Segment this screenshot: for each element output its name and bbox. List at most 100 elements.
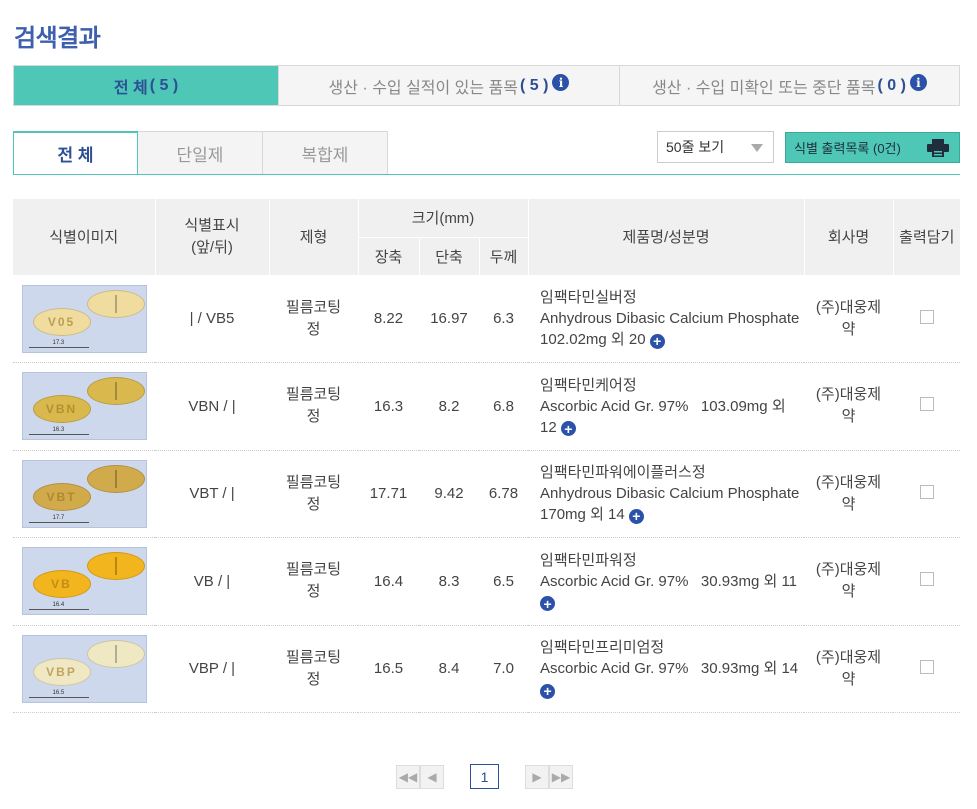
col-header-product: 제품명/성분명	[528, 199, 805, 276]
pill-image-cell: VB 16.4	[13, 537, 155, 626]
print-cell	[893, 537, 961, 626]
col-header-thick: 두께	[479, 237, 529, 276]
product-name[interactable]: 임팩타민파워에이플러스정	[540, 462, 804, 483]
scale-bar	[28, 346, 89, 348]
rows-per-page-value: 50줄 보기	[666, 139, 725, 155]
page-number[interactable]: 1	[470, 764, 499, 789]
print-cell	[893, 275, 961, 363]
top-tab-unconfirmed[interactable]: 생산 · 수입 미확인 또는 중단 품목 ( 0 ) i	[620, 66, 959, 105]
pagination: ◀◀ ◀ 1 ▶ ▶▶	[396, 764, 573, 789]
prev-page-button[interactable]: ◀	[420, 764, 444, 789]
plus-icon[interactable]: +	[628, 508, 644, 524]
pill-image[interactable]: VBN 16.3	[21, 372, 147, 441]
company-cell: (주)대웅제 약	[804, 450, 894, 538]
form-cell: 필름코팅 정	[269, 625, 358, 713]
last-page-button[interactable]: ▶▶	[549, 764, 573, 789]
sub-tab-combination[interactable]: 복합제	[263, 131, 388, 175]
pill-front: VB	[32, 570, 91, 599]
table-row[interactable]: VB 16.4 VB / | 필름코팅 정 16.4 8.3 6.5 임팩타민파워정 Ascor…	[13, 537, 961, 626]
company-cell: (주)대웅제 약	[804, 537, 894, 626]
marking-cell: VB / |	[155, 537, 269, 626]
rows-per-page-select[interactable]: 50줄 보기	[657, 131, 774, 163]
col-header-size: 크기(mm)	[358, 199, 529, 238]
short-axis-cell: 16.97	[419, 275, 479, 363]
long-axis-cell: 16.5	[358, 625, 419, 713]
top-tab-produced-count: ( 5 )	[520, 76, 549, 94]
company-cell: (주)대웅제 약	[804, 625, 894, 713]
print-checkbox[interactable]	[919, 659, 934, 674]
scale-bar	[28, 609, 89, 611]
print-list-button[interactable]: 식별 출력목록 (0건)	[785, 132, 960, 163]
tab-divider	[13, 174, 960, 175]
print-checkbox[interactable]	[919, 572, 934, 587]
scale-label: 17.7	[52, 514, 65, 521]
scale-label: 16.3	[52, 427, 65, 434]
first-page-button[interactable]: ◀◀	[396, 764, 420, 789]
product-name[interactable]: 임팩타민파워정	[540, 550, 804, 571]
results-table: 식별이미지 식별표시 (앞/뒤) 제형 크기(mm) 제품명/성분명 회사명 출…	[13, 199, 961, 713]
plus-icon[interactable]: +	[540, 683, 556, 699]
product-name[interactable]: 임팩타민케어정	[540, 375, 804, 396]
scale-label: 16.4	[52, 602, 65, 609]
form-cell: 필름코팅 정	[269, 537, 358, 626]
plus-icon[interactable]: +	[540, 596, 556, 612]
short-axis-cell: 9.42	[419, 450, 479, 538]
top-tab-produced-label: 생산 · 수입 실적이 있는 품목	[328, 79, 519, 97]
short-axis-cell: 8.2	[419, 362, 479, 451]
pill-image[interactable]: VBP 16.5	[21, 634, 147, 703]
table-row[interactable]: VBP 16.5 VBP / | 필름코팅 정 16.5 8.4 7.0 임팩타민프리미엄정 A…	[13, 625, 961, 713]
top-tab-produced[interactable]: 생산 · 수입 실적이 있는 품목 ( 5 ) i	[279, 66, 620, 105]
print-checkbox[interactable]	[919, 309, 934, 324]
short-axis-cell: 8.4	[419, 625, 479, 713]
print-list-label: 식별 출력목록 (0건)	[794, 141, 901, 156]
pill-image[interactable]: VB 16.4	[21, 547, 147, 616]
print-cell	[893, 625, 961, 713]
info-icon[interactable]: i	[909, 74, 927, 91]
short-axis-cell: 8.3	[419, 537, 479, 626]
scale-label: 17.3	[52, 339, 65, 346]
pill-image[interactable]: V05 17.3	[21, 284, 147, 353]
ingredient-text: Anhydrous Dibasic Calcium Phosphate 170m…	[540, 485, 812, 524]
top-tab-bar: 전 체 ( 5 ) 생산 · 수입 실적이 있는 품목 ( 5 ) i 생산 ·…	[13, 65, 960, 106]
table-row[interactable]: VBT 17.7 VBT / | 필름코팅 정 17.71 9.42 6.78 임팩타민파워에…	[13, 450, 961, 538]
company-cell: (주)대웅제 약	[804, 275, 894, 363]
thickness-cell: 6.5	[479, 537, 529, 626]
print-checkbox[interactable]	[919, 397, 934, 412]
product-name[interactable]: 임팩타민실버정	[540, 287, 804, 308]
long-axis-cell: 17.71	[358, 450, 419, 538]
pill-image[interactable]: VBT 17.7	[21, 459, 147, 528]
plus-icon[interactable]: +	[560, 421, 576, 437]
pill-image-cell: VBP 16.5	[13, 625, 155, 713]
scale-label: 16.5	[52, 689, 65, 696]
next-page-button[interactable]: ▶	[525, 764, 549, 789]
info-icon[interactable]: i	[552, 74, 570, 91]
pill-back	[86, 639, 145, 668]
sub-tab-single[interactable]: 단일제	[138, 131, 263, 175]
table-row[interactable]: V05 17.3 | / VB5 필름코팅 정 8.22 16.97 6.3 임팩타민실버정 A…	[13, 275, 961, 363]
pill-image-cell: VBT 17.7	[13, 450, 155, 538]
marking-cell: VBT / |	[155, 450, 269, 538]
col-header-image: 식별이미지	[13, 199, 156, 276]
pill-image-cell: V05 17.3	[13, 275, 155, 363]
print-checkbox[interactable]	[919, 484, 934, 499]
product-cell: 임팩타민프리미엄정 Ascorbic Acid Gr. 97% 30.93mg 외…	[528, 625, 805, 713]
thickness-cell: 7.0	[479, 625, 529, 713]
thickness-cell: 6.8	[479, 362, 529, 451]
product-name[interactable]: 임팩타민프리미엄정	[540, 637, 804, 658]
sub-tab-all[interactable]: 전 체	[13, 131, 138, 175]
plus-icon[interactable]: +	[649, 333, 665, 349]
top-tab-all-count: ( 5 )	[149, 76, 179, 94]
product-cell: 임팩타민파워정 Ascorbic Acid Gr. 97% 30.93mg 외 1…	[528, 537, 805, 626]
top-tab-all[interactable]: 전 체 ( 5 )	[14, 66, 279, 105]
top-tab-all-label: 전 체	[113, 79, 148, 97]
thickness-cell: 6.78	[479, 450, 529, 538]
scale-bar	[28, 696, 89, 698]
pill-back	[86, 552, 145, 581]
form-cell: 필름코팅 정	[269, 362, 358, 451]
col-header-short: 단축	[419, 237, 480, 276]
print-cell	[893, 362, 961, 451]
printer-icon	[927, 139, 949, 157]
table-row[interactable]: VBN 16.3 VBN / | 필름코팅 정 16.3 8.2 6.8 임팩타민케어정 Asc…	[13, 362, 961, 451]
pill-image-cell: VBN 16.3	[13, 362, 155, 451]
pill-front: V05	[32, 307, 91, 336]
